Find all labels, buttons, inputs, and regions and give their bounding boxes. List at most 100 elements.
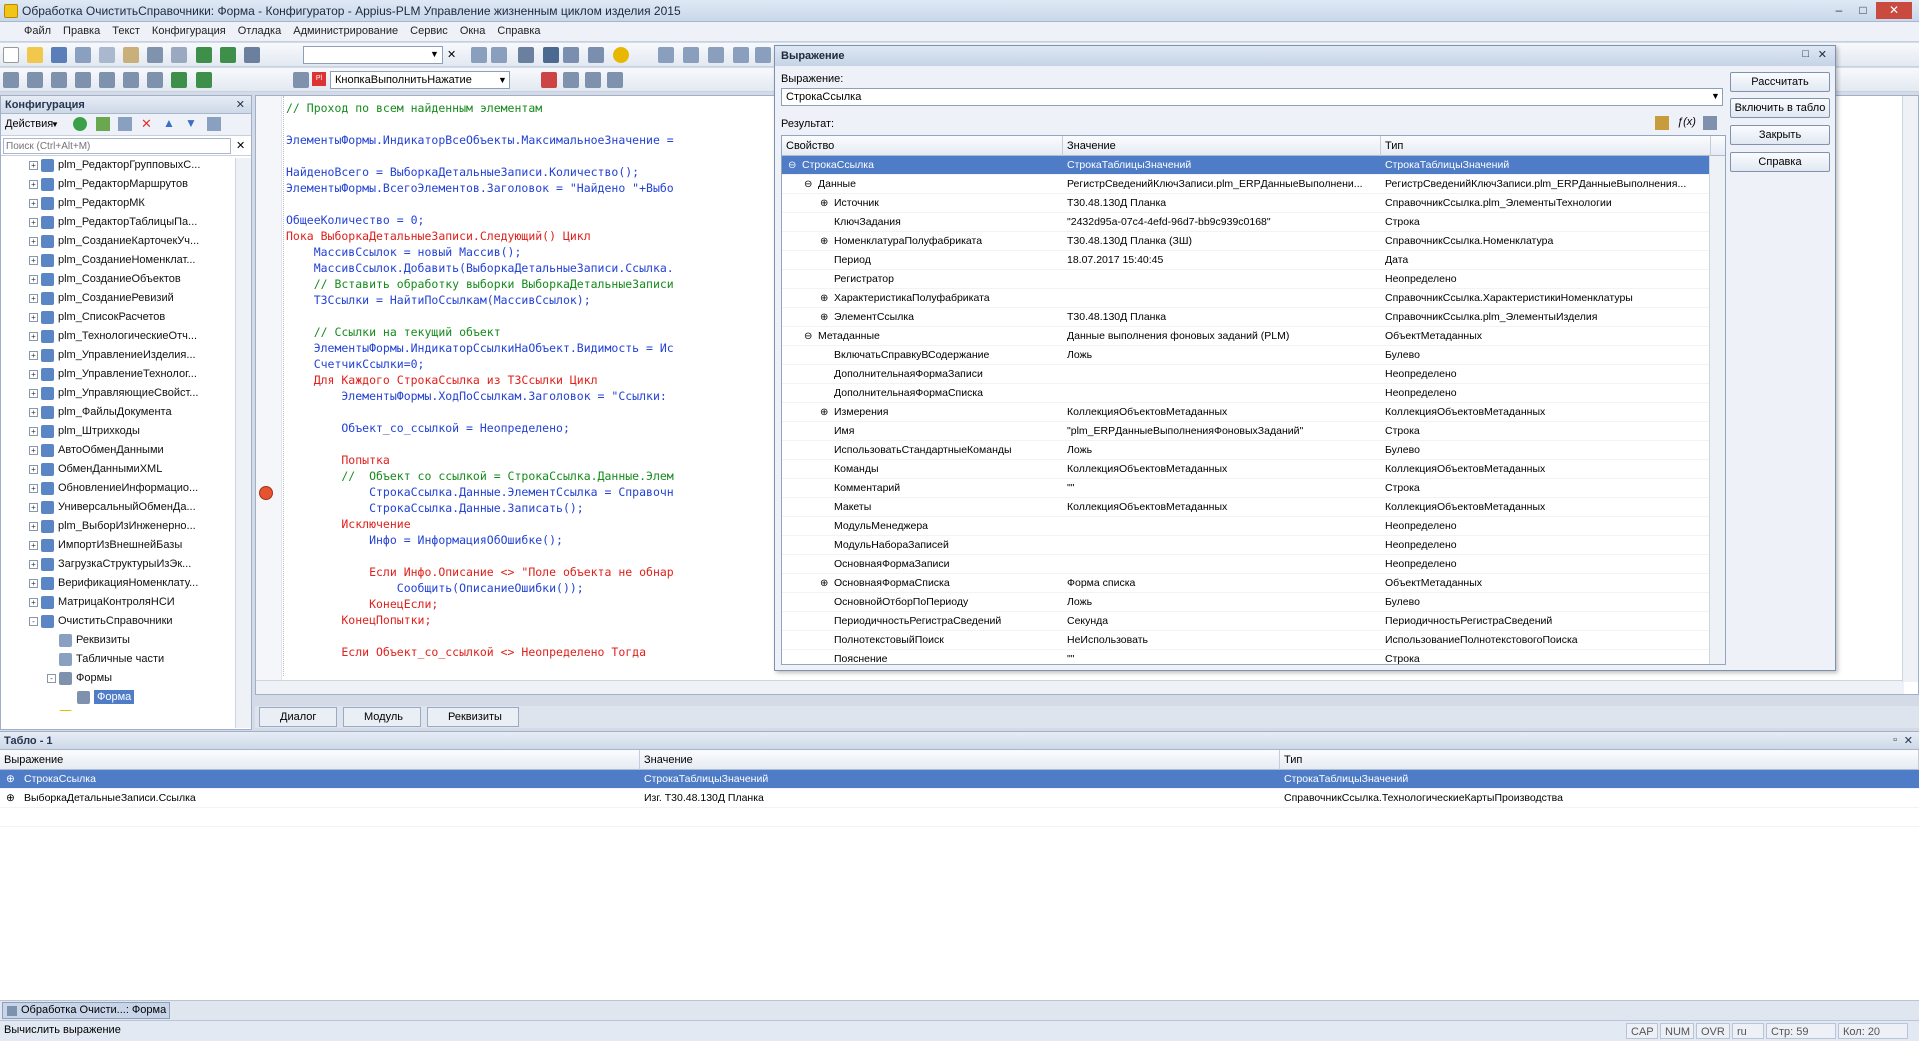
code-text[interactable]: // Проход по всем найденным элементам Эле… [286, 100, 681, 660]
run-icon[interactable] [99, 72, 116, 88]
chevron-down-icon[interactable]: ▼ [430, 49, 439, 59]
tree-item[interactable]: + plm_УправлениеИзделия... [29, 346, 251, 365]
chevron-down-icon[interactable]: ▼ [1711, 91, 1720, 101]
code-line[interactable]: ЭлементыФормы.ИндикаторСсылкиНаОбъект.Ви… [286, 340, 681, 356]
tree-item[interactable]: + ЗагрузкаСтруктурыИзЭк... [29, 555, 251, 574]
tree-item[interactable]: + plm_ТехнологическиеОтч... [29, 327, 251, 346]
code-line[interactable]: НайденоВсего = ВыборкаДетальныеЗаписи.Ко… [286, 164, 681, 180]
run-to-cursor-icon[interactable] [733, 47, 749, 63]
watch-empty-row[interactable] [0, 808, 1919, 827]
code-line[interactable]: ОбщееКоличество = 0; [286, 212, 681, 228]
function-icon[interactable]: ƒ(x) [1677, 116, 1696, 128]
expand-icon[interactable]: + [29, 331, 38, 341]
calculate-button[interactable]: Рассчитать [1730, 72, 1830, 92]
tree-item[interactable]: + plm_УправлениеТехнолог... [29, 365, 251, 384]
tab-attributes[interactable]: Реквизиты [427, 707, 519, 727]
editor-hscrollbar[interactable] [256, 680, 1904, 694]
layout-icon[interactable] [51, 72, 68, 88]
close-icon[interactable]: ✕ [1876, 2, 1912, 19]
table-icon[interactable] [27, 72, 44, 88]
tree-item[interactable]: + plm_СозданиеКарточекУч... [29, 232, 251, 251]
expand-icon[interactable]: + [29, 540, 38, 550]
tree-item[interactable]: + plm_РедакторМаршрутов [29, 175, 251, 194]
goto-line-icon[interactable] [755, 47, 771, 63]
expand-icon[interactable]: + [29, 597, 38, 607]
comment-icon[interactable] [171, 72, 188, 88]
result-row[interactable]: ОсновнойОтборПоПериоду Ложь Булево [782, 593, 1725, 612]
expand-icon[interactable]: ⊕ [820, 308, 830, 327]
code-line[interactable]: // Проход по всем найденным элементам [286, 100, 681, 116]
procedure-combo[interactable]: КнопкаВыполнитьНажатие [330, 71, 510, 89]
actions-menu[interactable]: Действия [5, 118, 53, 130]
expand-icon[interactable]: + [29, 388, 38, 398]
properties-icon[interactable] [147, 72, 164, 88]
result-row[interactable]: ОсновнаяФормаЗаписи Неопределено [782, 555, 1725, 574]
result-row[interactable]: МодульНабораЗаписей Неопределено [782, 536, 1725, 555]
result-row[interactable]: ИспользоватьСтандартныеКоманды Ложь Булево [782, 441, 1725, 460]
expand-icon[interactable]: + [29, 578, 38, 588]
tree-item[interactable]: + УниверсальныйОбменДа... [29, 498, 251, 517]
code-line[interactable]: МассивСсылок = новый Массив(); [286, 244, 681, 260]
result-row[interactable]: Имя "plm_ERPДанныеВыполненияФоновыхЗадани… [782, 422, 1725, 441]
grid-icon[interactable] [75, 72, 92, 88]
tree-item[interactable]: + ОбновлениеИнформацио... [29, 479, 251, 498]
column-header-type[interactable]: Тип [1381, 136, 1711, 156]
code-line[interactable]: ЭлементыФормы.ХодПоСсылкам.Заголовок = "… [286, 388, 681, 404]
tree-item[interactable]: + plm_РедакторМК [29, 194, 251, 213]
expand-icon[interactable]: ⊕ [6, 770, 18, 789]
redo-icon[interactable] [219, 47, 236, 63]
expand-icon[interactable]: + [29, 407, 38, 417]
undo-icon[interactable] [195, 47, 212, 63]
tree-item[interactable]: + plm_СозданиеНоменклат... [29, 251, 251, 270]
menu-item-0[interactable]: Файл [0, 22, 57, 40]
code-line[interactable]: Если Инфо.Описание <> "Поле объекта не о… [286, 564, 681, 580]
expand-icon[interactable]: + [29, 217, 38, 227]
breakpoint-icon[interactable] [541, 72, 557, 88]
code-line[interactable]: Сообщить(ОписаниеОшибки()); [286, 580, 681, 596]
step-out-icon[interactable] [708, 47, 724, 63]
result-row[interactable]: МодульМенеджера Неопределено [782, 517, 1725, 536]
export-icon[interactable] [1655, 116, 1669, 130]
expand-icon[interactable]: + [29, 464, 38, 474]
collapse-icon[interactable]: - [29, 616, 38, 626]
add-icon[interactable] [73, 117, 87, 131]
info-icon[interactable] [613, 47, 629, 63]
expand-icon[interactable]: + [29, 521, 38, 531]
result-row[interactable]: КлючЗадания "2432d95a-07c4-4efd-96d7-bb9c… [782, 213, 1725, 232]
expand-icon[interactable]: ⊕ [820, 194, 830, 213]
chevron-down-icon[interactable]: ▼ [51, 120, 59, 129]
expand-icon[interactable]: + [29, 483, 38, 493]
event-icon[interactable] [293, 72, 309, 88]
result-row[interactable]: ПериодичностьРегистраСведений Секунда Пери… [782, 612, 1725, 631]
result-row[interactable]: Комментарий "" Строка [782, 479, 1725, 498]
code-line[interactable]: СтрокаСсылка.Данные.ЭлементСсылка = Спра… [286, 484, 681, 500]
code-line[interactable]: // Объект со ссылкой = СтрокаСсылка.Данн… [286, 468, 681, 484]
result-row[interactable]: Макеты КоллекцияОбъектовМетаданных Коллекц… [782, 498, 1725, 517]
menu-item-8[interactable]: Справка [491, 22, 546, 40]
maximize-icon[interactable]: □ [1802, 48, 1809, 60]
bookmark-next-icon[interactable] [585, 72, 601, 88]
editor-gutter[interactable] [256, 96, 282, 694]
result-row[interactable]: ⊖ СтрокаСсылка СтрокаТаблицыЗначений Строка… [782, 156, 1725, 175]
tree-item[interactable]: + plm_ФайлыДокумента [29, 403, 251, 422]
result-row[interactable]: Регистратор Неопределено [782, 270, 1725, 289]
expand-icon[interactable]: + [29, 369, 38, 379]
expand-icon[interactable]: + [29, 426, 38, 436]
code-line[interactable]: КонецПопытки; [286, 612, 681, 628]
close-icon[interactable]: ✕ [1904, 734, 1913, 747]
expand-icon[interactable]: ⊕ [820, 403, 830, 422]
code-line[interactable]: // Ссылки на текущий объект [286, 324, 681, 340]
copy-icon[interactable] [99, 47, 116, 63]
expand-icon[interactable]: + [29, 312, 38, 322]
find-icon[interactable] [243, 47, 260, 63]
result-row[interactable]: ⊕ ХарактеристикаПолуфабриката СправочникСс… [782, 289, 1725, 308]
menu-item-7[interactable]: Окна [454, 22, 492, 40]
collapse-icon[interactable]: ⊖ [788, 156, 798, 175]
module-icon[interactable] [518, 47, 534, 63]
result-row[interactable]: ⊕ ЭлементСсылка Т30.48.130Д Планка Справочн… [782, 308, 1725, 327]
expand-icon[interactable]: + [29, 350, 38, 360]
pin-icon[interactable]: ▫ [1893, 734, 1897, 746]
tree-item-props[interactable]: Реквизиты [29, 631, 251, 650]
code-line[interactable] [286, 196, 681, 212]
tree-item-open_item[interactable]: - ОчиститьСправочники [29, 612, 251, 631]
